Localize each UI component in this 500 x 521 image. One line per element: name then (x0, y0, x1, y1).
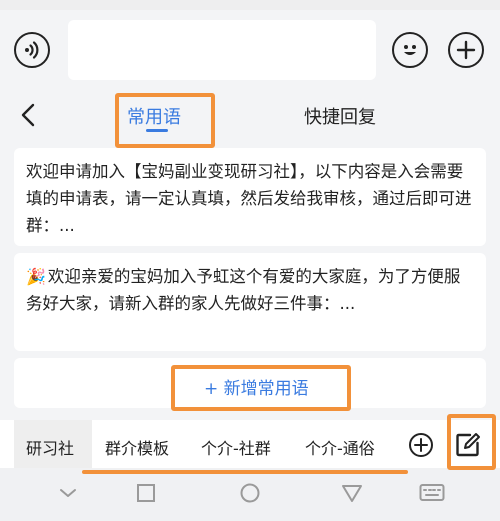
smiley-icon (404, 45, 416, 55)
triangle-icon[interactable] (341, 482, 363, 504)
plus-icon (414, 438, 428, 452)
back-chevron-icon[interactable] (58, 482, 78, 504)
highlight-box-common-tab (115, 93, 215, 148)
category-bar: 研习社 群介模板 个介-社群 个介-通俗 (0, 420, 500, 468)
phrase-card[interactable]: 🎉 欢迎亲爱的宝妈加入予虹这个有爱的大家庭，为了方便服务好大家，请新入群的家人先做… (14, 253, 486, 351)
emoji-button[interactable] (392, 32, 428, 68)
party-popper-icon: 🎉 (26, 267, 46, 286)
phrase-card[interactable]: 欢迎申请加入【宝妈副业变现研习社】，以下内容是入会需要填的申请表，请一定认真填，… (14, 148, 486, 246)
category-label: 研习社 (26, 439, 75, 458)
category-tab-active[interactable]: 研习社 (14, 420, 92, 468)
phrase-tabs-bar: 常用语 快捷回复 (0, 90, 500, 142)
category-tab[interactable]: 群介模板 (105, 435, 169, 459)
top-edge (0, 0, 500, 10)
tab-quick-reply[interactable]: 快捷回复 (304, 103, 376, 129)
add-category-button[interactable] (409, 433, 433, 457)
circle-icon[interactable] (239, 482, 261, 504)
highlight-box-edit (447, 414, 496, 470)
voice-input-button[interactable] (14, 32, 50, 68)
category-tab[interactable]: 个介-社群 (201, 435, 271, 459)
highlight-box-add-phrase (171, 365, 351, 411)
message-input[interactable] (68, 20, 376, 80)
chat-input-bar (0, 10, 500, 90)
back-button[interactable] (20, 102, 46, 128)
keyboard-icon[interactable] (419, 482, 445, 504)
highlight-underline-categories (82, 470, 408, 474)
home-square-icon[interactable] (136, 482, 156, 504)
system-nav-bar (0, 468, 500, 521)
plus-circle-icon (456, 40, 476, 60)
chevron-left-icon (21, 103, 35, 127)
phrase-text: 欢迎亲爱的宝妈加入予虹这个有爱的大家庭，为了方便服务好大家，请新入群的家人先做好… (26, 267, 461, 313)
voice-wave-icon (25, 41, 39, 59)
phrase-text: 欢迎申请加入【宝妈副业变现研习社】，以下内容是入会需要填的申请表，请一定认真填，… (26, 162, 472, 235)
more-options-button[interactable] (448, 32, 484, 68)
category-tab[interactable]: 个介-通俗 (305, 435, 375, 459)
